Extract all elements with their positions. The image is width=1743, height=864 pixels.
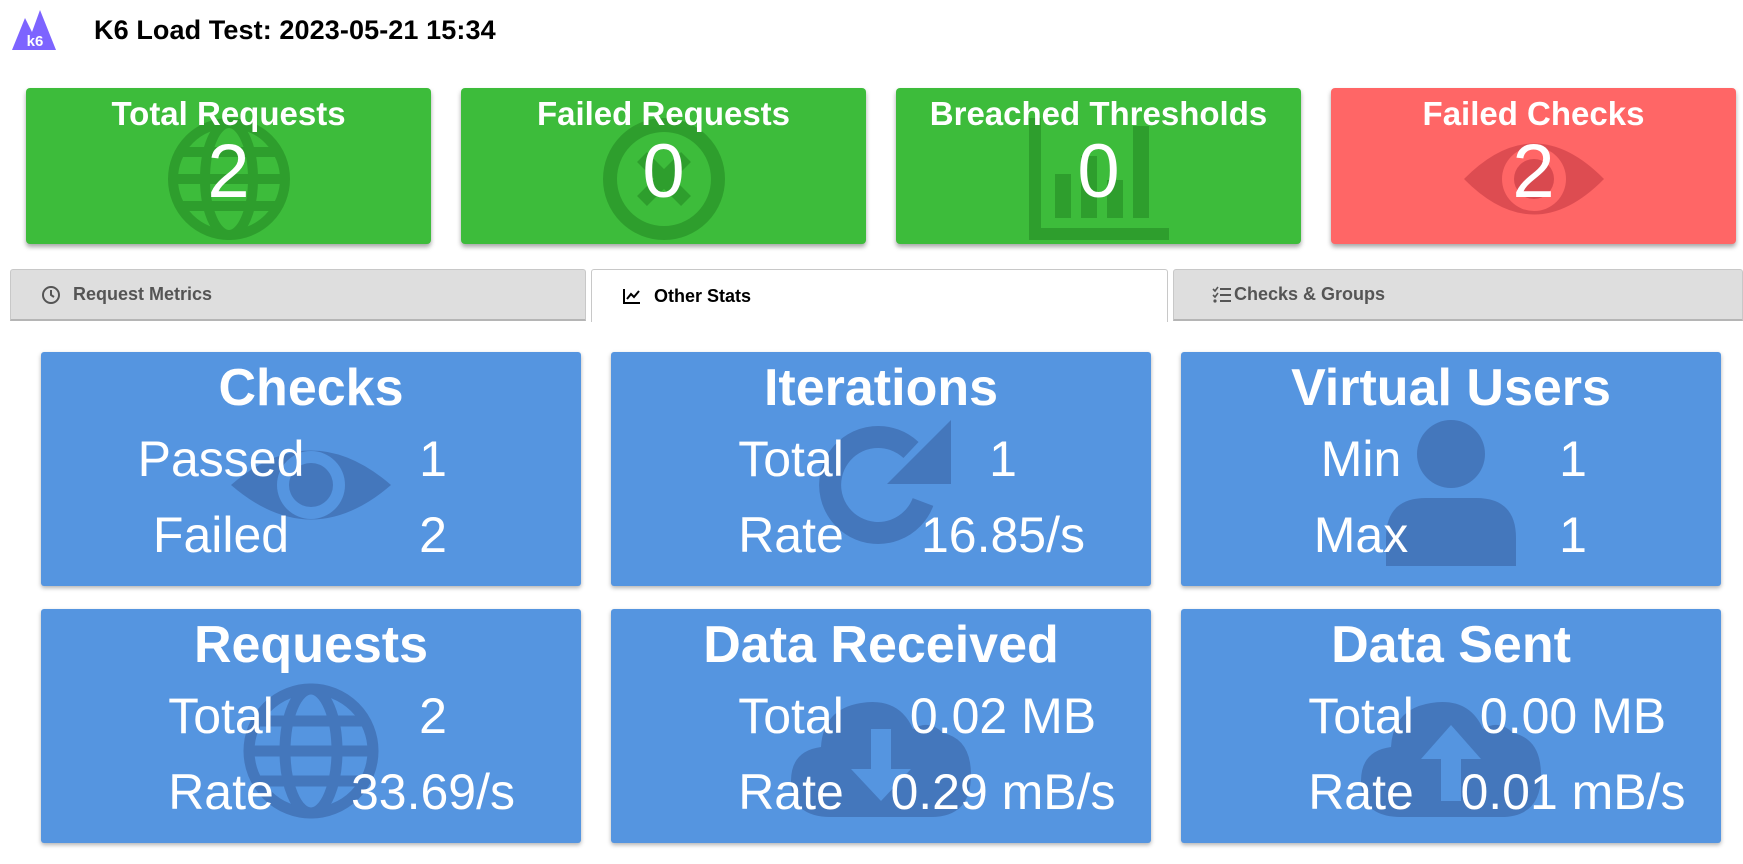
data-received-card: Data Received Total 0.02 MB Rate 0.29 mB… <box>611 609 1151 843</box>
stat-value: 2 <box>419 507 447 563</box>
card-title: Requests <box>193 616 429 674</box>
tab-bar: Request Metrics Other Stats Checks & Gro… <box>10 269 1743 322</box>
summary-value: 2 <box>1512 129 1555 215</box>
virtual-users-card: Virtual Users Min 1 Max 1 <box>1181 352 1721 586</box>
breached-thresholds-card: Breached Thresholds 0 <box>896 88 1301 244</box>
tab-checks-groups[interactable]: Checks & Groups <box>1173 269 1743 321</box>
tab-request-metrics[interactable]: Request Metrics <box>10 269 586 321</box>
card-title: Checks <box>218 359 404 417</box>
tab-other-stats[interactable]: Other Stats <box>591 269 1168 322</box>
summary-title: Total Requests <box>111 95 346 132</box>
data-sent-card: Data Sent Total 0.00 MB Rate 0.01 mB/s <box>1181 609 1721 843</box>
checklist-icon <box>1212 286 1231 303</box>
summary-title: Failed Checks <box>1422 95 1645 132</box>
stat-row: Total 0.00 MB <box>1181 687 1721 757</box>
tab-label: Checks & Groups <box>1234 284 1386 304</box>
tab-label: Other Stats <box>654 285 752 306</box>
svg-text:k6: k6 <box>27 33 44 50</box>
card-title: Data Sent <box>1331 616 1571 674</box>
tab-label: Request Metrics <box>73 284 213 304</box>
stat-value: 0.02 MB <box>909 688 1097 744</box>
card-title: Virtual Users <box>1291 359 1611 417</box>
stat-row: Total 0.02 MB <box>611 687 1151 757</box>
stat-row: Rate 0.29 mB/s <box>611 763 1151 833</box>
stat-row: Passed 1 <box>41 430 581 500</box>
card-title: Iterations <box>763 359 999 417</box>
total-requests-card: Total Requests 2 <box>26 88 431 244</box>
stat-value: 16.85/s <box>920 507 1085 563</box>
iterations-card: Iterations Total 1 Rate 16.85/s <box>611 352 1151 586</box>
checks-card: Checks Passed 1 Failed 2 <box>41 352 581 586</box>
stat-value: 1 <box>419 431 447 487</box>
stat-row: Rate 33.69/s <box>41 763 581 833</box>
header: k6 K6 Load Test: 2023-05-21 15:34 <box>10 8 496 52</box>
stat-row: Total 2 <box>41 687 581 757</box>
requests-card: Requests Total 2 Rate 33.69/s <box>41 609 581 843</box>
line-chart-icon <box>623 289 640 304</box>
stat-row: Rate 16.85/s <box>611 506 1151 576</box>
k6-logo-icon: k6 <box>12 10 56 50</box>
stat-value: 0.00 MB <box>1479 688 1667 744</box>
summary-value: 0 <box>1077 129 1120 215</box>
stat-value: 1 <box>989 431 1017 487</box>
clock-icon <box>42 285 60 304</box>
stat-row: Min 1 <box>1181 430 1721 500</box>
summary-value: 0 <box>642 129 685 215</box>
summary-title: Failed Requests <box>536 95 791 132</box>
stat-row: Total 1 <box>611 430 1151 500</box>
stat-row: Rate 0.01 mB/s <box>1181 763 1721 833</box>
summary-title: Breached Thresholds <box>929 95 1268 132</box>
stat-value: 33.69/s <box>350 764 515 820</box>
stat-value: 2 <box>419 688 447 744</box>
card-title: Data Received <box>703 616 1059 674</box>
summary-value: 2 <box>207 129 250 215</box>
failed-requests-card: Failed Requests 0 <box>461 88 866 244</box>
stat-row: Max 1 <box>1181 506 1721 576</box>
stat-value: 1 <box>1559 507 1587 563</box>
failed-checks-card: Failed Checks 2 <box>1331 88 1736 244</box>
stat-row: Failed 2 <box>41 506 581 576</box>
stat-value: 0.01 mB/s <box>1460 764 1686 820</box>
stat-value: 0.29 mB/s <box>890 764 1116 820</box>
stat-value: 1 <box>1559 431 1587 487</box>
page-title: K6 Load Test: 2023-05-21 15:34 <box>94 14 496 45</box>
